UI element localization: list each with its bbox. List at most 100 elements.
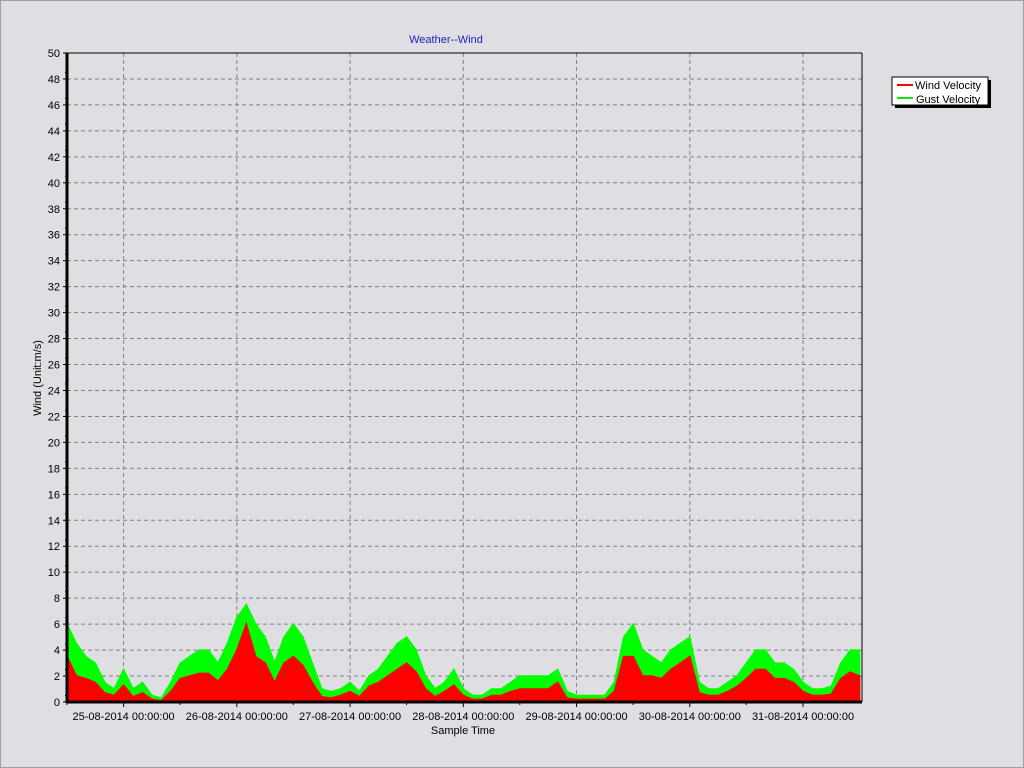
wind-data-point (236, 649, 238, 651)
wind-data-point (188, 675, 191, 677)
gust-data-point (236, 616, 238, 619)
gust-data-point (830, 685, 833, 688)
wind-data-point (594, 698, 597, 701)
y-tick-label: 18 (48, 463, 60, 475)
y-tick-label: 26 (48, 360, 60, 372)
wind-chart: Weather--Wind Sample Time Wind (Unit:m/s… (32, 34, 991, 737)
gust-data-point (783, 662, 785, 664)
gust-data-point (509, 681, 512, 684)
gust-data-point (132, 688, 134, 690)
gust-data-point (85, 655, 87, 658)
gust-data-point (528, 675, 531, 677)
gust-data-point (151, 694, 153, 697)
wind-data-point (641, 675, 644, 677)
wind-data-point (283, 662, 285, 664)
gust-data-point (113, 688, 115, 690)
gust-data-point (698, 681, 701, 684)
wind-data-point (811, 694, 814, 697)
wind-data-point (783, 677, 785, 680)
gust-data-point (764, 649, 767, 651)
gust-data-point (122, 668, 125, 671)
gust-data-point (688, 636, 691, 638)
wind-data-point (490, 694, 493, 697)
wind-data-point (122, 684, 125, 686)
wind-data-point (500, 694, 502, 697)
wind-data-point (481, 698, 483, 701)
gust-data-point (377, 668, 380, 671)
gust-data-point (811, 688, 814, 690)
y-tick-label: 0 (54, 697, 60, 709)
x-tick-label: 28-08-2014 00:00:00 (412, 711, 514, 723)
y-tick-label: 28 (48, 334, 60, 346)
gust-data-point (755, 649, 757, 651)
wind-data-point (179, 677, 182, 680)
gust-data-point (339, 688, 342, 690)
gust-data-point (188, 655, 191, 658)
wind-data-point (264, 662, 266, 664)
wind-data-point (849, 671, 852, 673)
wind-data-point (632, 655, 634, 658)
wind-data-point (198, 672, 200, 675)
wind-data-point (858, 675, 861, 677)
gust-data-point (613, 681, 616, 684)
gust-data-point (179, 662, 182, 664)
wind-data-point (679, 662, 682, 664)
wind-data-point (169, 690, 172, 693)
y-tick-label: 8 (54, 593, 60, 605)
gust-data-point (802, 681, 804, 684)
y-tick-label: 20 (48, 437, 60, 449)
wind-data-point (377, 681, 380, 684)
gust-data-point (858, 649, 861, 651)
wind-data-point (443, 690, 446, 693)
wind-data-point (604, 698, 606, 701)
gust-data-point (283, 636, 285, 638)
gust-data-point (75, 642, 78, 645)
gust-data-point (821, 688, 823, 690)
gust-data-point (471, 694, 474, 697)
gust-data-point (94, 662, 97, 664)
gust-data-point (726, 681, 729, 684)
gust-data-point (585, 694, 587, 697)
wind-data-point (622, 655, 625, 658)
wind-data-point (670, 668, 672, 671)
gust-data-point (103, 681, 106, 684)
gust-data-point (519, 675, 521, 677)
y-tick-label: 48 (48, 74, 60, 86)
gust-data-point (226, 642, 229, 645)
gust-data-point (387, 655, 389, 658)
wind-data-point (434, 696, 436, 698)
x-tick-label: 25-08-2014 00:00:00 (73, 711, 175, 723)
wind-data-point (358, 696, 361, 698)
wind-data-point (556, 681, 559, 684)
wind-data-point (509, 690, 512, 693)
y-tick-label: 38 (48, 204, 60, 216)
wind-data-point (245, 623, 248, 625)
y-axis-label: Wind (Unit:m/s) (32, 340, 44, 416)
wind-data-point (453, 684, 455, 686)
wind-data-point (396, 668, 399, 671)
gust-data-point (302, 636, 304, 638)
y-tick-label: 30 (48, 308, 60, 320)
wind-data-point (330, 697, 333, 699)
gust-data-point (160, 697, 163, 699)
gust-data-point (632, 623, 634, 625)
wind-data-point (688, 655, 691, 658)
legend-label-gust: Gust Velocity (916, 94, 981, 106)
wind-data-point (698, 692, 701, 694)
y-tick-label: 40 (48, 178, 60, 190)
gust-data-point (141, 681, 144, 684)
wind-data-point (113, 694, 115, 697)
gust-data-point (424, 675, 427, 677)
x-tick-label: 30-08-2014 00:00:00 (639, 711, 741, 723)
gust-data-point (207, 649, 210, 651)
gust-data-point (490, 688, 493, 690)
wind-data-point (207, 672, 210, 675)
wind-data-point (387, 675, 389, 677)
gust-data-point (660, 662, 663, 664)
gust-data-point (311, 662, 314, 664)
gust-data-point (641, 649, 644, 651)
gust-data-point (481, 694, 483, 697)
wind-data-point (75, 675, 78, 677)
gust-data-point (405, 636, 408, 638)
wind-data-point (471, 698, 474, 701)
